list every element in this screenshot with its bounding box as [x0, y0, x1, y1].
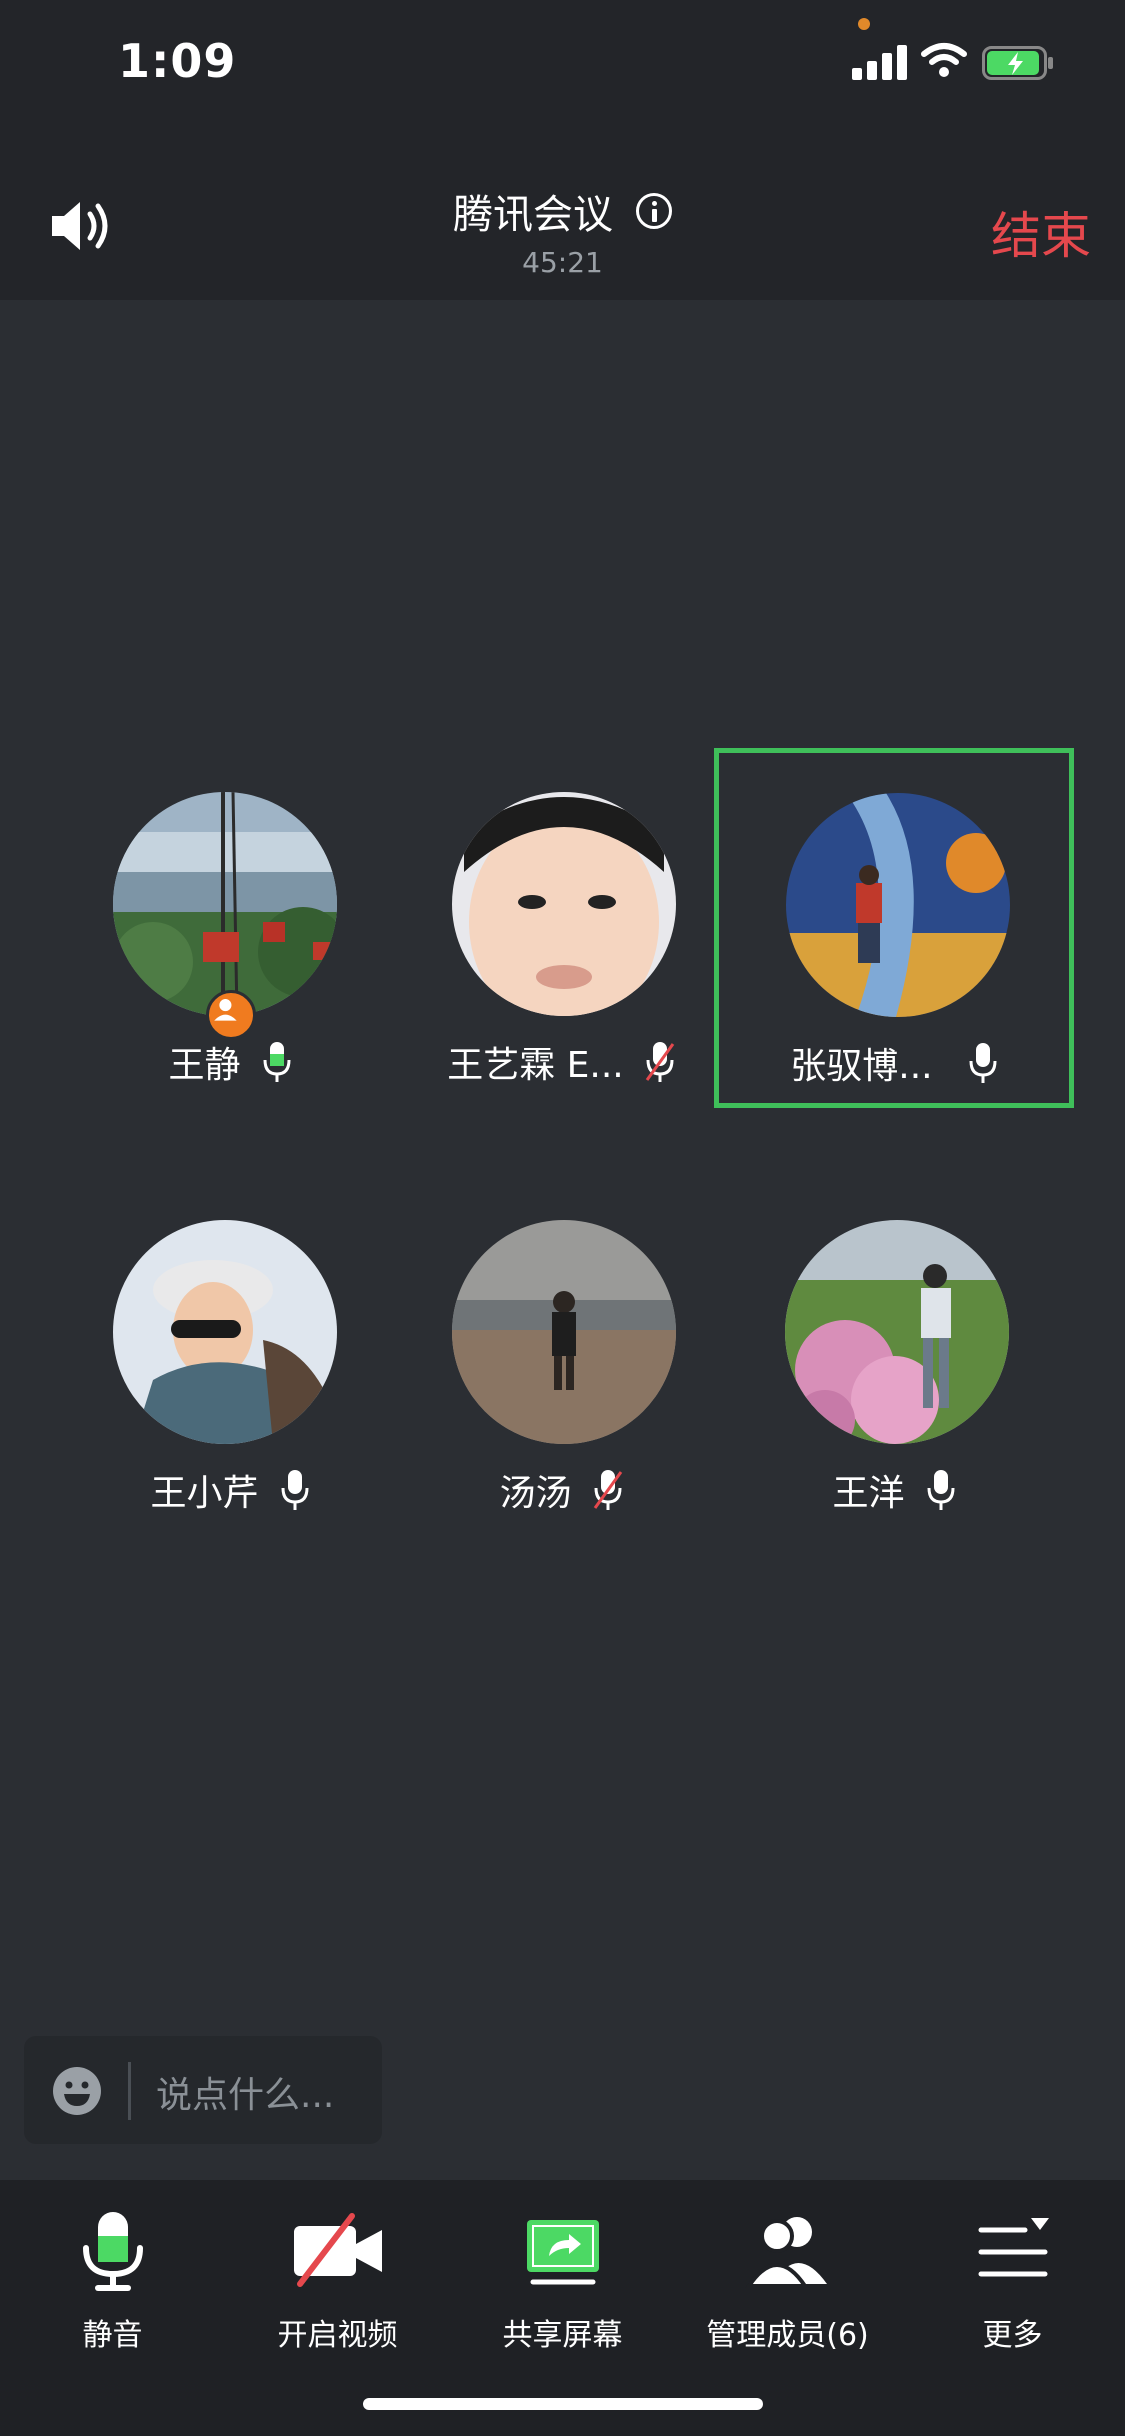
participant-name: 王洋: [832, 1473, 905, 1514]
avatar: [786, 793, 1010, 1017]
mic-muted-icon: [645, 1042, 675, 1082]
share-screen-button[interactable]: 共享屏幕: [450, 2210, 675, 2354]
end-meeting-button[interactable]: 结束: [991, 196, 1091, 268]
status-bar: 1:09: [0, 0, 1125, 130]
battery-icon: [982, 46, 1053, 80]
mic-muted-icon: [593, 1470, 622, 1510]
avatar: [113, 1220, 337, 1444]
avatar: [452, 792, 676, 1016]
start-video-label: 开启视频: [277, 2318, 398, 2353]
meeting-header: 腾讯会议 45:21 结束: [0, 130, 1125, 300]
mute-label: 静音: [82, 2318, 143, 2353]
more-label: 更多: [982, 2318, 1043, 2353]
mic-icon: [927, 1470, 955, 1510]
privacy-indicator: [858, 18, 870, 30]
mute-button[interactable]: 静音: [0, 2210, 225, 2354]
avatar: [113, 792, 337, 1016]
participant-tile-active[interactable]: 张驭博...: [714, 748, 1074, 1108]
participant-name: 王静: [168, 1045, 241, 1086]
mic-icon: [969, 1043, 997, 1083]
chat-input[interactable]: 说点什么...: [24, 2036, 382, 2144]
meeting-duration: 45:21: [522, 246, 603, 279]
members-icon: [744, 2217, 827, 2288]
avatar: [452, 1220, 676, 1444]
participant-name: 王艺霖 E...: [447, 1045, 624, 1086]
info-icon[interactable]: [636, 193, 673, 229]
start-video-button[interactable]: 开启视频: [225, 2210, 450, 2354]
participant-name: 汤汤: [499, 1473, 572, 1514]
host-icon: [206, 990, 256, 1040]
status-time: 1:09: [118, 34, 237, 88]
participant-name: 王小芹: [150, 1473, 259, 1514]
participant-name-row: 王洋: [664, 1464, 1124, 1516]
chat-divider: [128, 2062, 131, 2120]
manage-members-label: 管理成员(6): [706, 2318, 869, 2353]
mic-icon: [82, 2212, 143, 2291]
home-indicator[interactable]: [363, 2398, 763, 2410]
title-wrap: 腾讯会议: [0, 182, 1125, 240]
participant-tile[interactable]: 王洋: [664, 1180, 1124, 1540]
mic-icon: [263, 1042, 291, 1082]
mic-icon: [281, 1470, 309, 1510]
more-icon: [978, 2218, 1049, 2277]
participant-name-row: 张驭博...: [719, 1037, 1069, 1089]
wifi-icon: [921, 43, 967, 77]
share-screen-label: 共享屏幕: [502, 2318, 623, 2353]
more-button[interactable]: 更多: [900, 2210, 1125, 2354]
meeting-screen: 1:09 腾讯会议 45:21 结束 王静 王艺霖 E... 张驭博... 王小…: [0, 0, 1125, 2436]
participant-name: 张驭博...: [790, 1046, 933, 1087]
emoji-icon[interactable]: [52, 2066, 102, 2116]
video-off-icon: [293, 2213, 382, 2287]
signal-icon: [852, 44, 910, 80]
manage-members-button[interactable]: 管理成员(6): [675, 2210, 900, 2354]
chat-placeholder: 说点什么...: [156, 2075, 335, 2116]
avatar: [785, 1220, 1009, 1444]
meeting-title[interactable]: 腾讯会议: [453, 182, 613, 240]
share-screen-icon: [526, 2220, 599, 2285]
